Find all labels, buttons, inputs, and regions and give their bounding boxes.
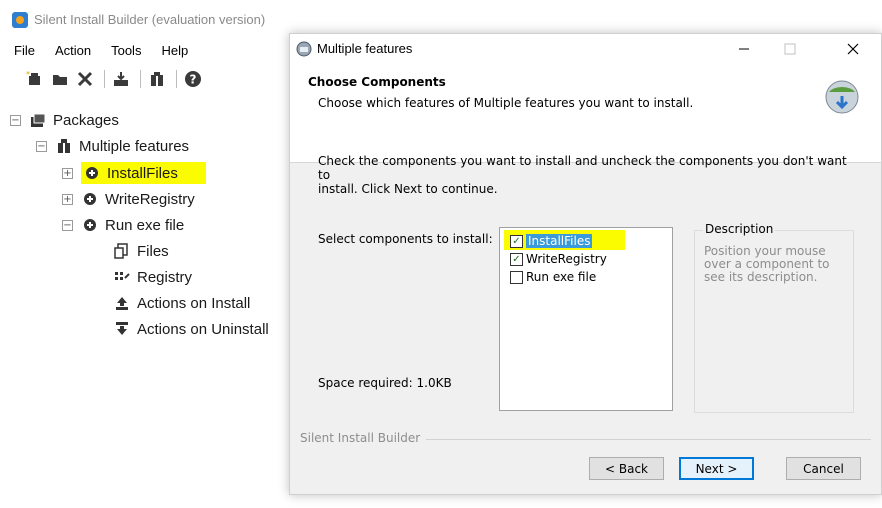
description-group: Description Position your mouse over a c… [694, 222, 854, 413]
package-icon [55, 137, 73, 155]
uninstall-action-icon [113, 320, 131, 338]
component-item[interactable]: ✓ WriteRegistry [510, 251, 607, 267]
toolbar: * ? [24, 66, 284, 92]
component-label: WriteRegistry [526, 252, 607, 266]
installer-dialog: Multiple features Choose Components Choo… [289, 33, 882, 495]
intro-line: Check the components you want to install… [318, 154, 847, 182]
tree-node-package[interactable]: − Multiple features [36, 134, 189, 158]
component-label: Run exe file [526, 270, 597, 284]
tree-label: Registry [137, 268, 193, 286]
package-icon[interactable] [146, 68, 168, 90]
menubar: File Action Tools Help [0, 38, 300, 62]
tree-label: Packages [53, 111, 119, 129]
components-list[interactable]: ✓ InstallFiles ✓ WriteRegistry Run exe f… [499, 227, 673, 411]
new-package-icon[interactable]: * [24, 68, 46, 90]
checkbox-checked[interactable]: ✓ [510, 234, 523, 248]
help-icon[interactable]: ? [182, 68, 204, 90]
intro-line: install. Click Next to continue. [318, 182, 498, 196]
installer-icon [296, 41, 312, 57]
back-button[interactable]: < Back [589, 457, 664, 480]
tree-node-feature[interactable]: + WriteRegistry [62, 187, 195, 211]
tree-label: WriteRegistry [105, 190, 195, 208]
tree-label: InstallFiles [107, 164, 178, 182]
checkbox-unchecked[interactable] [510, 270, 523, 284]
description-title: Description [703, 222, 776, 236]
packages-icon [29, 111, 47, 129]
component-item[interactable]: Run exe file [510, 269, 596, 285]
menu-action[interactable]: Action [55, 43, 91, 58]
collapse-icon[interactable]: − [10, 114, 21, 126]
menu-help[interactable]: Help [161, 43, 188, 58]
expand-icon[interactable]: + [62, 167, 73, 179]
next-button[interactable]: Next > [679, 457, 754, 480]
component-item[interactable]: ✓ InstallFiles [510, 233, 593, 249]
svg-text:*: * [26, 70, 30, 79]
maximize-button[interactable] [767, 34, 813, 64]
install-action-icon [113, 294, 131, 312]
tree-label: Run exe file [105, 216, 185, 234]
delete-icon[interactable] [74, 68, 96, 90]
cancel-button[interactable]: Cancel [786, 457, 861, 480]
dialog-titlebar: Multiple features [290, 34, 881, 64]
collapse-icon[interactable]: − [62, 219, 73, 231]
tree-node-feature[interactable]: + InstallFiles [62, 161, 206, 185]
app-logo-icon [12, 12, 28, 28]
dialog-header: Choose Components Choose which features … [290, 64, 881, 163]
intro-text: Check the components you want to install… [318, 154, 858, 196]
select-components-label: Select components to install: [318, 232, 493, 246]
dialog-title: Multiple features [317, 41, 413, 56]
space-required-label: Space required: 1.0KB [318, 376, 452, 390]
feature-icon [83, 164, 101, 182]
menu-tools[interactable]: Tools [111, 43, 141, 58]
registry-icon [113, 268, 131, 286]
tree-node-feature[interactable]: − Run exe file [62, 213, 184, 237]
description-text: Position your mouse over a component to … [704, 244, 830, 284]
installer-disc-icon [825, 80, 859, 114]
checkbox-checked[interactable]: ✓ [510, 252, 523, 266]
open-package-icon[interactable] [49, 68, 71, 90]
expand-icon[interactable]: + [62, 193, 73, 205]
close-button[interactable] [830, 34, 876, 64]
feature-icon [81, 216, 99, 234]
header-subtitle: Choose which features of Multiple featur… [318, 96, 694, 110]
highlight-marker: InstallFiles [81, 162, 206, 184]
collapse-icon[interactable]: − [36, 140, 47, 152]
component-label: InstallFiles [526, 234, 593, 248]
tree-node-packages[interactable]: − Packages [10, 108, 119, 132]
svg-text:?: ? [190, 73, 197, 87]
tree-label: Actions on Uninstall [137, 320, 269, 338]
feature-icon [81, 190, 99, 208]
tree-label: Actions on Install [137, 294, 251, 312]
minimize-button[interactable] [721, 34, 767, 64]
tree-node-files[interactable]: Files [113, 239, 169, 263]
menu-file[interactable]: File [14, 43, 35, 58]
build-icon[interactable] [110, 68, 132, 90]
branding-text: Silent Install Builder [300, 431, 427, 445]
toolbar-separator [176, 70, 177, 88]
files-icon [113, 242, 131, 260]
app-titlebar: Silent Install Builder (evaluation versi… [0, 0, 882, 36]
app-title: Silent Install Builder (evaluation versi… [34, 12, 266, 27]
tree-label: Files [137, 242, 169, 260]
tree-node-actions-install[interactable]: Actions on Install [113, 291, 250, 315]
tree-label: Multiple features [79, 137, 190, 155]
header-title: Choose Components [308, 75, 446, 89]
toolbar-separator [140, 70, 141, 88]
tree-node-registry[interactable]: Registry [113, 265, 192, 289]
toolbar-separator [104, 70, 105, 88]
tree-node-actions-uninstall[interactable]: Actions on Uninstall [113, 317, 269, 341]
